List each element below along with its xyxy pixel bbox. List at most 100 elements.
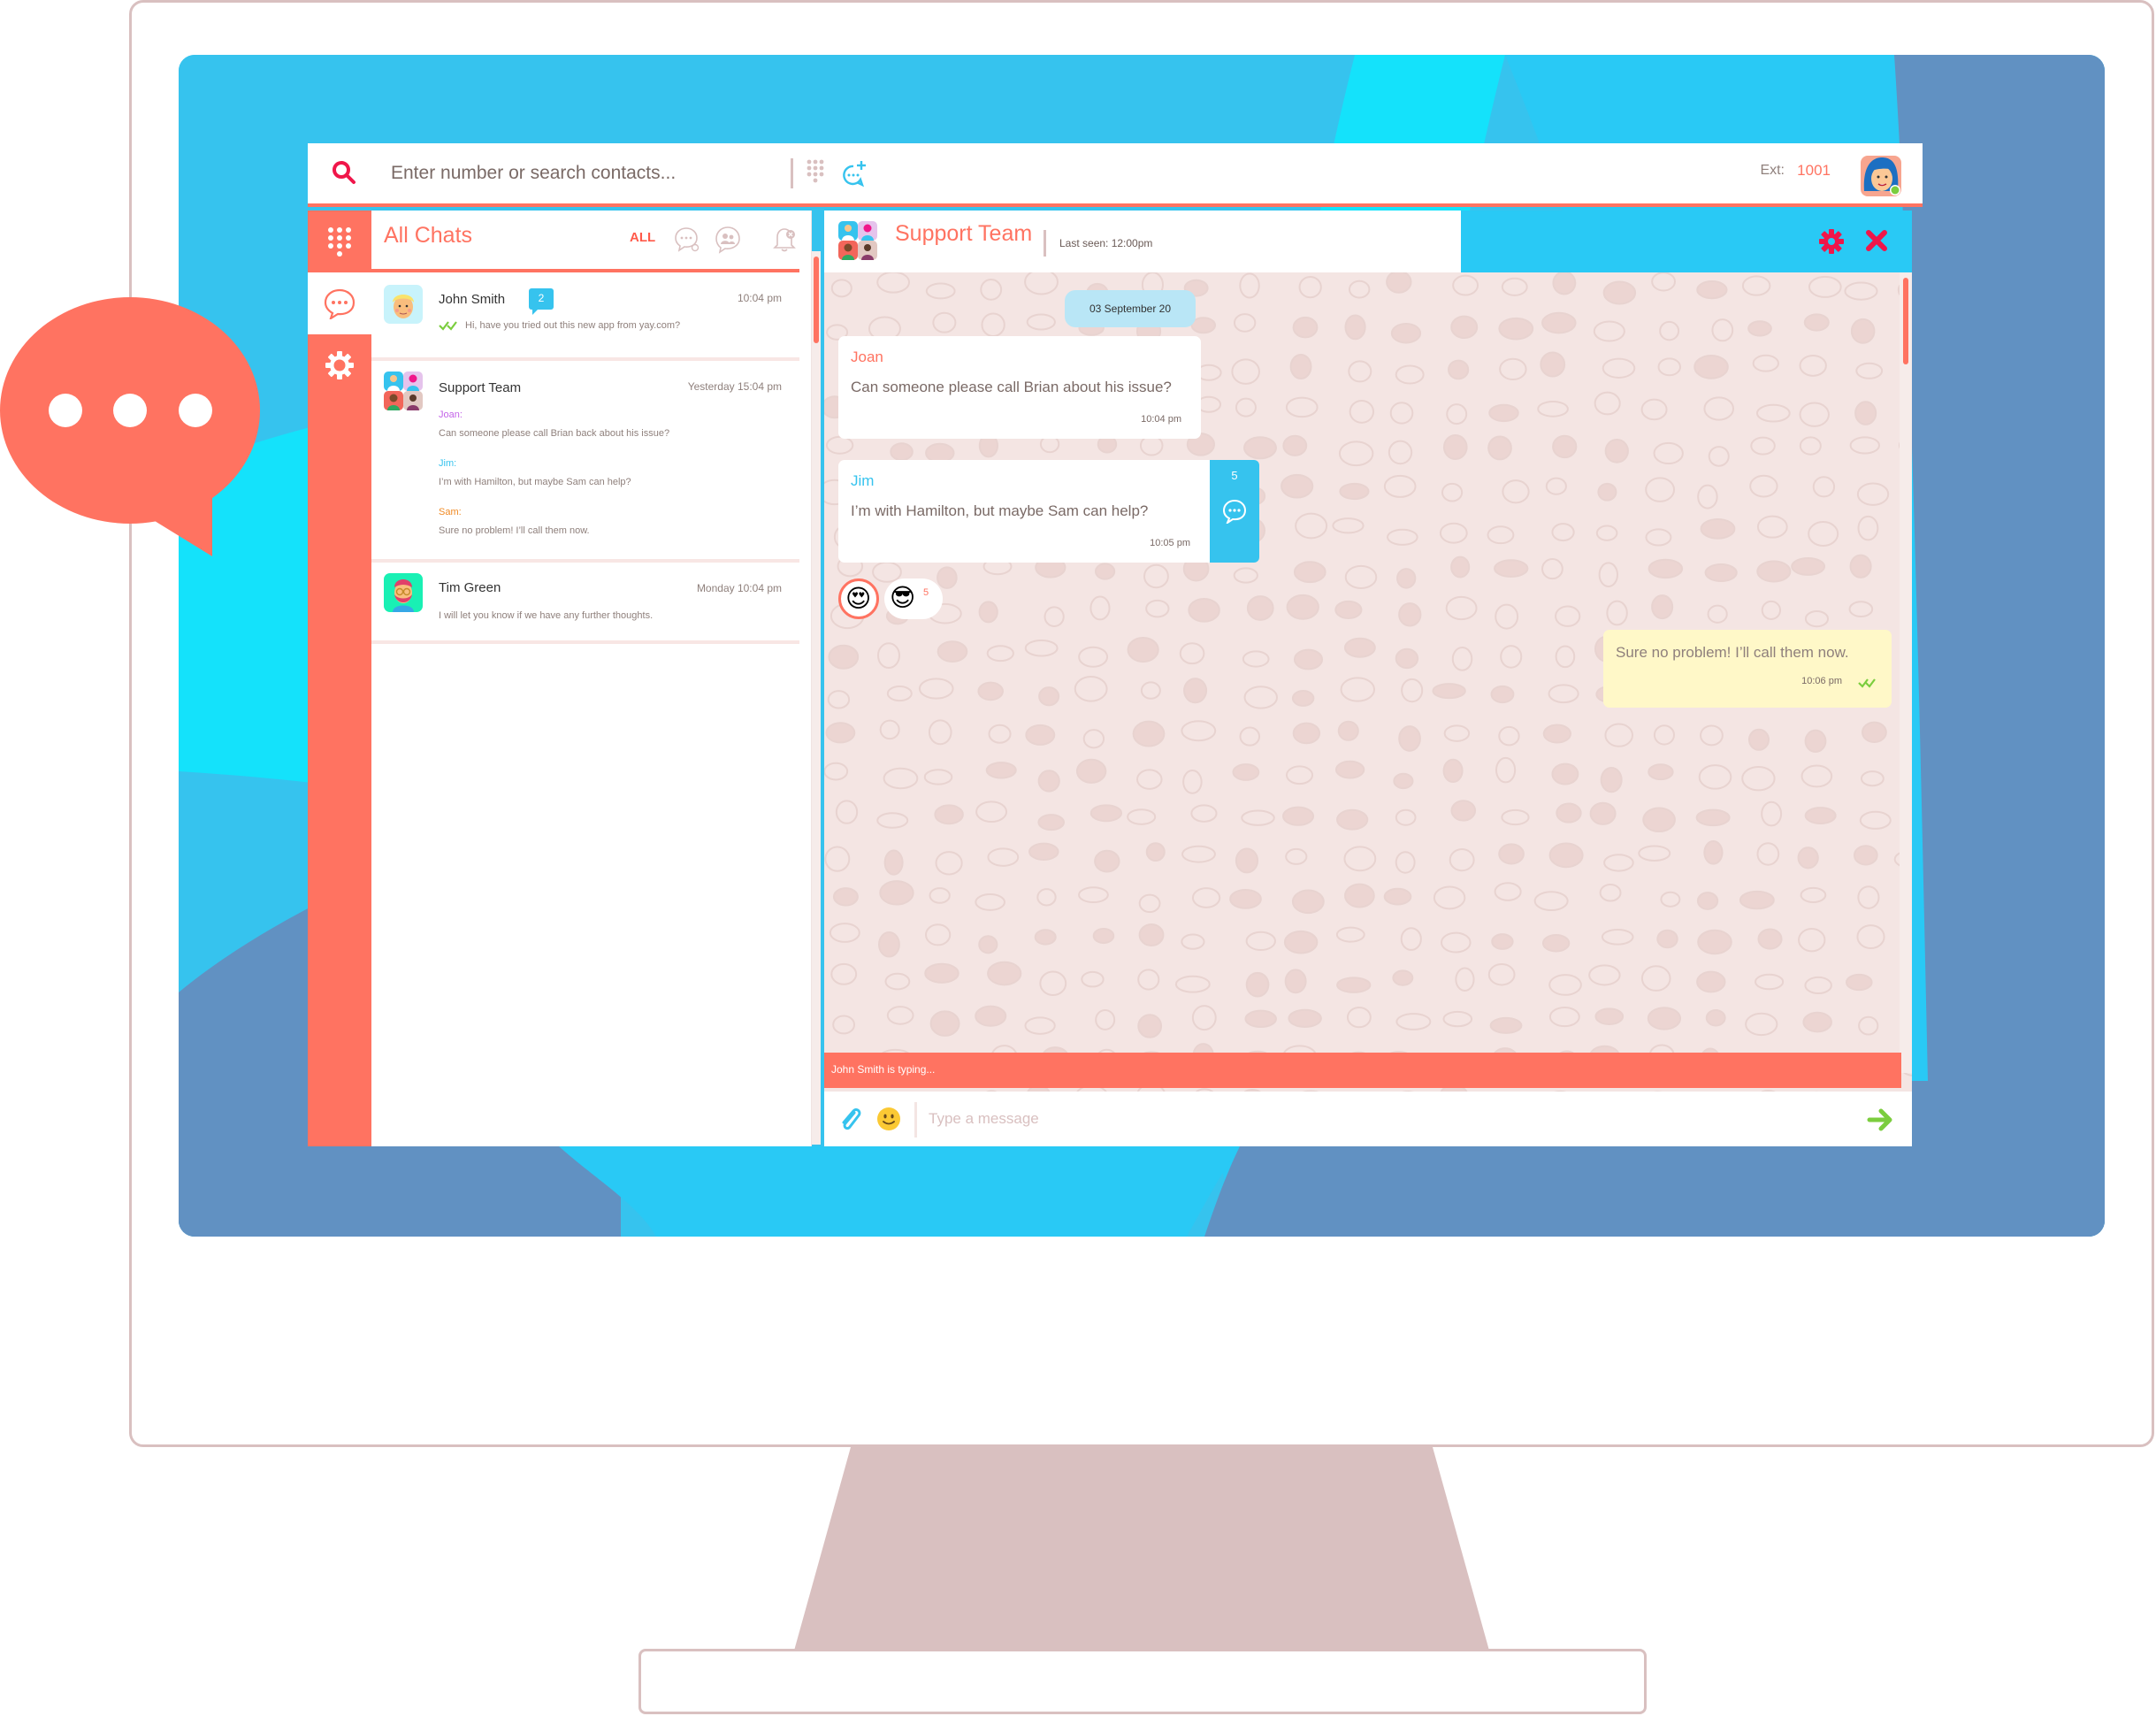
message-preview: I will let you know if we have any furth… xyxy=(439,610,654,621)
pattern-bubble xyxy=(1696,892,1719,910)
last-seen-status: Last seen: 12:00pm xyxy=(1059,237,1153,249)
emoji-picker-icon[interactable] xyxy=(875,1106,902,1132)
dialpad-icon[interactable] xyxy=(806,158,825,188)
chat-list-item[interactable]: Tim Green Monday 10:04 pm I will let you… xyxy=(371,563,799,644)
nav-item-dialpad[interactable] xyxy=(308,211,371,272)
pattern-bubble xyxy=(1143,563,1169,589)
new-chat-icon[interactable] xyxy=(841,158,868,188)
pattern-bubble xyxy=(1739,890,1775,910)
pattern-bubble xyxy=(1449,848,1475,872)
pattern-bubble xyxy=(1799,436,1822,456)
pattern-bubble xyxy=(1344,883,1375,908)
pattern-bubble xyxy=(1745,1012,1778,1037)
extension-number: 1001 xyxy=(1797,162,1831,179)
typing-indicator-bar: John Smith is typing... xyxy=(824,1053,1901,1088)
pattern-bubble xyxy=(1246,595,1274,621)
reaction-count: 5 xyxy=(923,587,929,598)
pattern-bubble xyxy=(1802,1011,1832,1033)
monitor-base xyxy=(638,1649,1647,1714)
search-icon[interactable] xyxy=(327,156,363,191)
contact-name: John Smith xyxy=(439,292,506,307)
pattern-bubble xyxy=(1188,597,1220,623)
chat-header: Support Team Last seen: 12:00pm xyxy=(824,211,1912,272)
pattern-bubble xyxy=(1651,594,1674,620)
pattern-bubble xyxy=(1741,275,1771,296)
reaction-heart-eyes[interactable]: 😍 xyxy=(838,578,879,619)
pattern-bubble xyxy=(827,690,851,709)
group-chats-icon[interactable] xyxy=(713,224,743,254)
message-scrollbar[interactable] xyxy=(1903,278,1908,364)
pattern-bubble xyxy=(1291,889,1325,915)
pattern-bubble xyxy=(1800,764,1833,788)
top-bar: Ext: 1001 xyxy=(308,143,1923,207)
divider xyxy=(791,158,793,188)
pattern-bubble xyxy=(1640,398,1668,421)
search-input[interactable] xyxy=(391,156,780,191)
avatar xyxy=(384,285,423,324)
pattern-bubble xyxy=(1386,272,1412,294)
message-sender: Joan: xyxy=(439,410,463,420)
muted-notifications-icon[interactable] xyxy=(769,224,799,254)
attachment-icon[interactable] xyxy=(838,1106,863,1132)
chat-settings-icon[interactable] xyxy=(1818,228,1845,255)
pattern-bubble xyxy=(1761,600,1782,620)
filter-all-tab[interactable]: ALL xyxy=(630,230,655,245)
typing-indicator: John Smith is typing... xyxy=(831,1063,936,1076)
pattern-bubble xyxy=(1183,678,1208,704)
nav-item-settings[interactable] xyxy=(308,334,371,396)
pattern-bubble xyxy=(1441,931,1472,954)
pattern-bubble xyxy=(1548,974,1582,996)
pattern-bubble xyxy=(1594,1007,1625,1026)
pattern-bubble xyxy=(1696,280,1728,300)
pattern-bubble xyxy=(1695,808,1731,827)
pattern-bubble xyxy=(1741,765,1776,792)
pattern-bubble xyxy=(876,642,900,670)
extension-label: Ext: xyxy=(1760,163,1785,178)
pattern-bubble xyxy=(929,1010,960,1037)
pattern-bubble xyxy=(1548,842,1584,869)
chat-list-scrollbar[interactable] xyxy=(814,257,819,343)
pattern-bubble xyxy=(1648,558,1684,579)
pattern-bubble xyxy=(1395,851,1416,874)
pattern-bubble xyxy=(1092,927,1115,945)
pattern-bubble xyxy=(1395,364,1425,385)
pattern-bubble xyxy=(1432,683,1466,700)
chat-list-item[interactable]: John Smith 2 10:04 pm Hi, have you tried… xyxy=(371,276,799,361)
chat-list-item[interactable]: Support Team Yesterday 15:04 pm Joan: Ca… xyxy=(371,361,799,563)
settings-icon xyxy=(325,351,354,379)
pattern-bubble xyxy=(1750,436,1776,456)
pattern-bubble xyxy=(1498,725,1520,747)
message-area: 03 September 20 Joan Can someone please … xyxy=(824,272,1912,1115)
pattern-bubble xyxy=(1190,804,1218,823)
pattern-bubble xyxy=(1452,274,1479,296)
pattern-bubble xyxy=(1028,842,1059,862)
thread-chat-icon xyxy=(1222,499,1247,524)
send-icon[interactable] xyxy=(1866,1106,1894,1134)
pattern-bubble xyxy=(1648,763,1674,781)
pattern-bubble xyxy=(1651,272,1676,292)
pattern-bubble xyxy=(1749,474,1778,498)
pattern-bubble xyxy=(1858,1015,1879,1036)
pattern-bubble xyxy=(890,442,914,462)
direct-chats-icon[interactable] xyxy=(672,224,702,254)
pattern-bubble xyxy=(1395,647,1419,670)
message-sender: Jim xyxy=(851,472,875,489)
pattern-bubble xyxy=(1401,678,1424,703)
pattern-bubble xyxy=(1552,272,1577,295)
pattern-bubble xyxy=(876,272,911,294)
pattern-bubble xyxy=(1239,726,1261,747)
nav-item-chats[interactable] xyxy=(308,272,371,334)
pattern-bubble xyxy=(1127,808,1157,825)
reaction-sunglasses[interactable]: 😎 5 xyxy=(884,578,943,619)
pattern-bubble xyxy=(1282,806,1315,826)
user-avatar[interactable] xyxy=(1861,156,1901,196)
pattern-bubble xyxy=(1747,728,1770,751)
pattern-bubble xyxy=(1812,476,1836,498)
pattern-bubble xyxy=(1241,809,1275,826)
pattern-bubble xyxy=(1181,720,1217,742)
pattern-bubble xyxy=(1396,568,1417,589)
close-icon[interactable] xyxy=(1864,228,1889,253)
message-input[interactable] xyxy=(929,1102,1724,1136)
message-composer xyxy=(824,1092,1912,1146)
thread-replies-button[interactable]: 5 xyxy=(1210,460,1259,563)
